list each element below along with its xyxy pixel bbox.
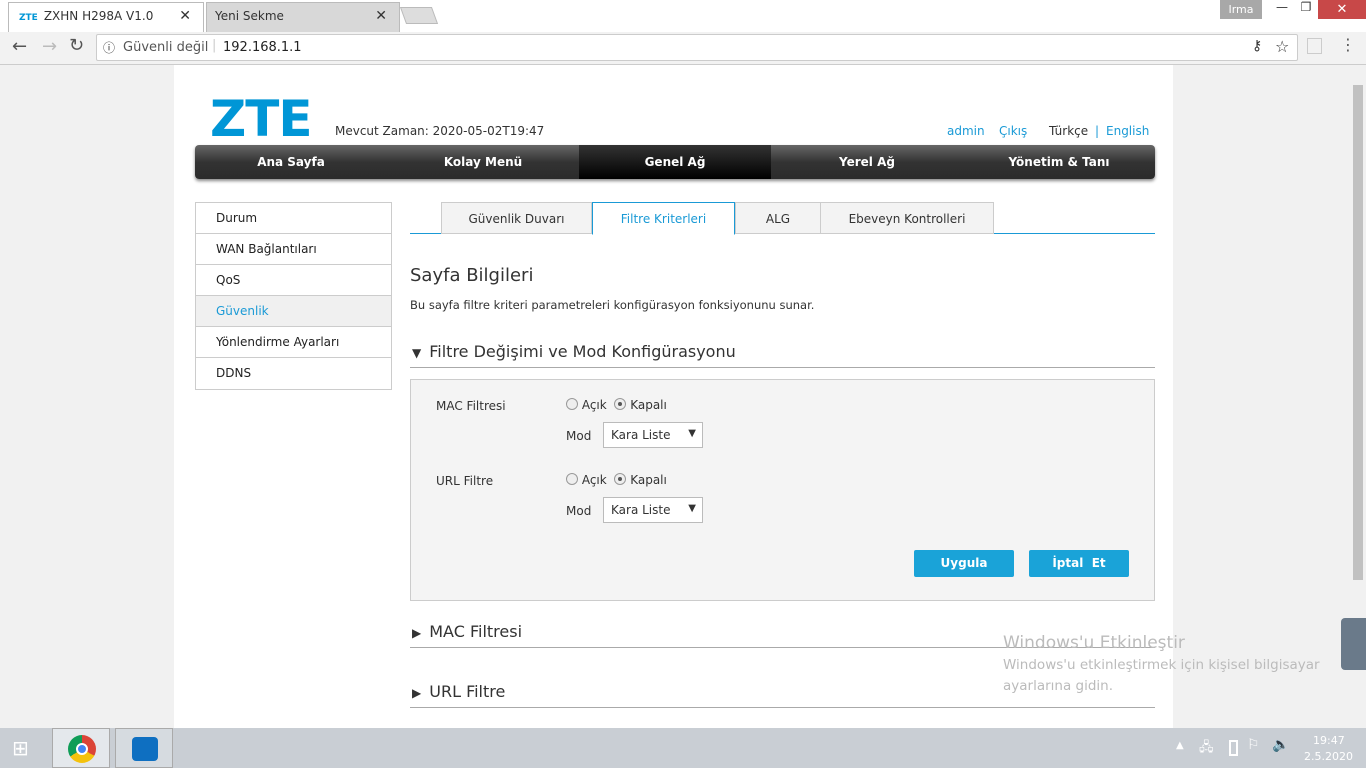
url-filter-label: URL Filtre <box>436 474 494 488</box>
network-icon[interactable]: 🖧 <box>1199 738 1214 760</box>
info-icon: ⓘ <box>103 41 116 55</box>
url-mode-select[interactable]: Kara Liste ▼ <box>603 497 703 523</box>
star-icon[interactable]: ☆ <box>1275 37 1289 56</box>
clock-time[interactable]: 19:47 <box>1313 734 1345 747</box>
teamviewer-panel-handle[interactable] <box>1341 618 1366 670</box>
sidebar-item-security[interactable]: Güvenlik <box>196 296 391 327</box>
tray-expand-icon[interactable]: ▲ <box>1176 740 1184 751</box>
tab-title: ZXHN H298A V1.0 <box>43 9 154 23</box>
taskbar: ⊞ ▲ 🖧 ⚐ 🔈 19:47 2.5.2020 <box>0 728 1366 768</box>
menu-icon[interactable]: ⋮ <box>1340 35 1356 54</box>
url-text[interactable]: 192.168.1.1 <box>223 40 302 55</box>
page-description: Bu sayfa filtre kriteri parametreleri ko… <box>410 298 815 312</box>
close-window-button[interactable]: ✕ <box>1318 0 1366 19</box>
reload-icon[interactable]: ↻ <box>69 35 84 56</box>
expand-triangle-icon: ▶ <box>412 626 422 640</box>
close-tab-icon[interactable]: ✕ <box>375 8 387 24</box>
new-tab-button[interactable] <box>399 7 439 24</box>
teamviewer-icon <box>132 737 158 761</box>
nav-home[interactable]: Ana Sayfa <box>195 145 387 179</box>
mac-filter-label: MAC Filtresi <box>436 399 506 413</box>
mac-off-radio[interactable] <box>614 398 627 410</box>
teamviewer-taskbar-button[interactable] <box>115 728 173 768</box>
chrome-icon <box>68 735 96 763</box>
tab-title: Yeni Sekme <box>215 9 284 23</box>
security-label[interactable]: Güvenli değil <box>123 40 208 55</box>
key-icon[interactable]: ⚷ <box>1252 38 1262 54</box>
logout-link[interactable]: Çıkış <box>999 124 1027 138</box>
windows-start-icon[interactable]: ⊞ <box>12 736 29 760</box>
sidebar-item-qos[interactable]: QoS <box>196 265 391 296</box>
tab-firewall[interactable]: Güvenlik Duvarı <box>441 202 592 234</box>
chrome-taskbar-button[interactable] <box>52 728 110 768</box>
sidebar-item-ddns[interactable]: DDNS <box>196 358 391 389</box>
collapse-triangle-icon: ▼ <box>412 346 422 360</box>
section-filter-mode[interactable]: ▼ Filtre Değişimi ve Mod Konfigürasyonu <box>410 342 1155 368</box>
clock-date[interactable]: 2.5.2020 <box>1304 750 1353 763</box>
current-time: Mevcut Zaman: 2020-05-02T19:47 <box>335 124 545 138</box>
apply-button[interactable]: Uygula <box>914 550 1014 577</box>
url-mode-label: Mod <box>566 504 592 518</box>
tab-filter-criteria[interactable]: Filtre Kriterleri <box>592 202 735 235</box>
nav-easy-menu[interactable]: Kolay Menü <box>387 145 579 179</box>
activation-watermark-text: ayarlarına gidin. <box>1003 678 1114 694</box>
sidebar-item-wan[interactable]: WAN Bağlantıları <box>196 234 391 265</box>
page-title: Sayfa Bilgileri <box>410 265 534 286</box>
battery-icon[interactable] <box>1229 740 1238 756</box>
browser-tab-active[interactable]: ZTE ZXHN H298A V1.0 ✕ <box>8 2 204 32</box>
nav-network[interactable]: Genel Ağ <box>579 145 771 179</box>
separator: | <box>1095 124 1100 138</box>
activation-watermark-text: Windows'u etkinleştirmek için kişisel bi… <box>1003 657 1320 673</box>
forward-icon[interactable]: → <box>42 36 57 57</box>
mac-mode-label: Mod <box>566 429 592 443</box>
main-nav: Ana Sayfa Kolay Menü Genel Ağ Yerel Ağ Y… <box>195 145 1155 179</box>
activation-watermark-title: Windows'u Etkinleştir <box>1003 633 1185 653</box>
url-off-radio[interactable] <box>614 473 627 485</box>
zte-favicon: ZTE <box>19 13 38 23</box>
nav-lan[interactable]: Yerel Ağ <box>771 145 963 179</box>
browser-tab-strip: ZTE ZXHN H298A V1.0 ✕ Yeni Sekme ✕ Irma — ❐… <box>0 0 1366 32</box>
cancel-button[interactable]: İptal Et <box>1029 550 1129 577</box>
tab-alg[interactable]: ALG <box>735 202 821 234</box>
volume-icon[interactable]: 🔈 <box>1272 737 1289 753</box>
mac-mode-select[interactable]: Kara Liste ▼ <box>603 422 703 448</box>
profile-button[interactable]: Irma <box>1220 0 1262 19</box>
lang-turkish[interactable]: Türkçe <box>1049 124 1088 138</box>
close-tab-icon[interactable]: ✕ <box>179 8 191 24</box>
minimize-button[interactable]: — <box>1268 0 1296 19</box>
back-icon[interactable]: ← <box>12 36 27 57</box>
nav-management[interactable]: Yönetim & Tanı <box>963 145 1155 179</box>
mac-on-radio[interactable] <box>566 398 578 410</box>
zte-logo: ZTE <box>210 90 313 148</box>
url-on-radio[interactable] <box>566 473 578 485</box>
expand-triangle-icon: ▶ <box>412 686 422 700</box>
browser-tab[interactable]: Yeni Sekme ✕ <box>206 2 400 32</box>
sidebar-item-status[interactable]: Durum <box>196 203 391 234</box>
lang-english[interactable]: English <box>1106 124 1149 138</box>
restore-button[interactable]: ❐ <box>1296 0 1316 19</box>
sidebar: Durum WAN Bağlantıları QoS Güvenlik Yönl… <box>195 202 392 390</box>
admin-link[interactable]: admin <box>947 124 985 138</box>
address-bar[interactable]: ⓘ Güvenli değil | 192.168.1.1 ⚷ ☆ <box>96 34 1298 61</box>
extension-icon[interactable] <box>1307 38 1322 54</box>
flag-icon[interactable]: ⚐ <box>1247 737 1260 753</box>
tab-parental-controls[interactable]: Ebeveyn Kontrolleri <box>820 202 994 234</box>
sidebar-item-routing[interactable]: Yönlendirme Ayarları <box>196 327 391 358</box>
